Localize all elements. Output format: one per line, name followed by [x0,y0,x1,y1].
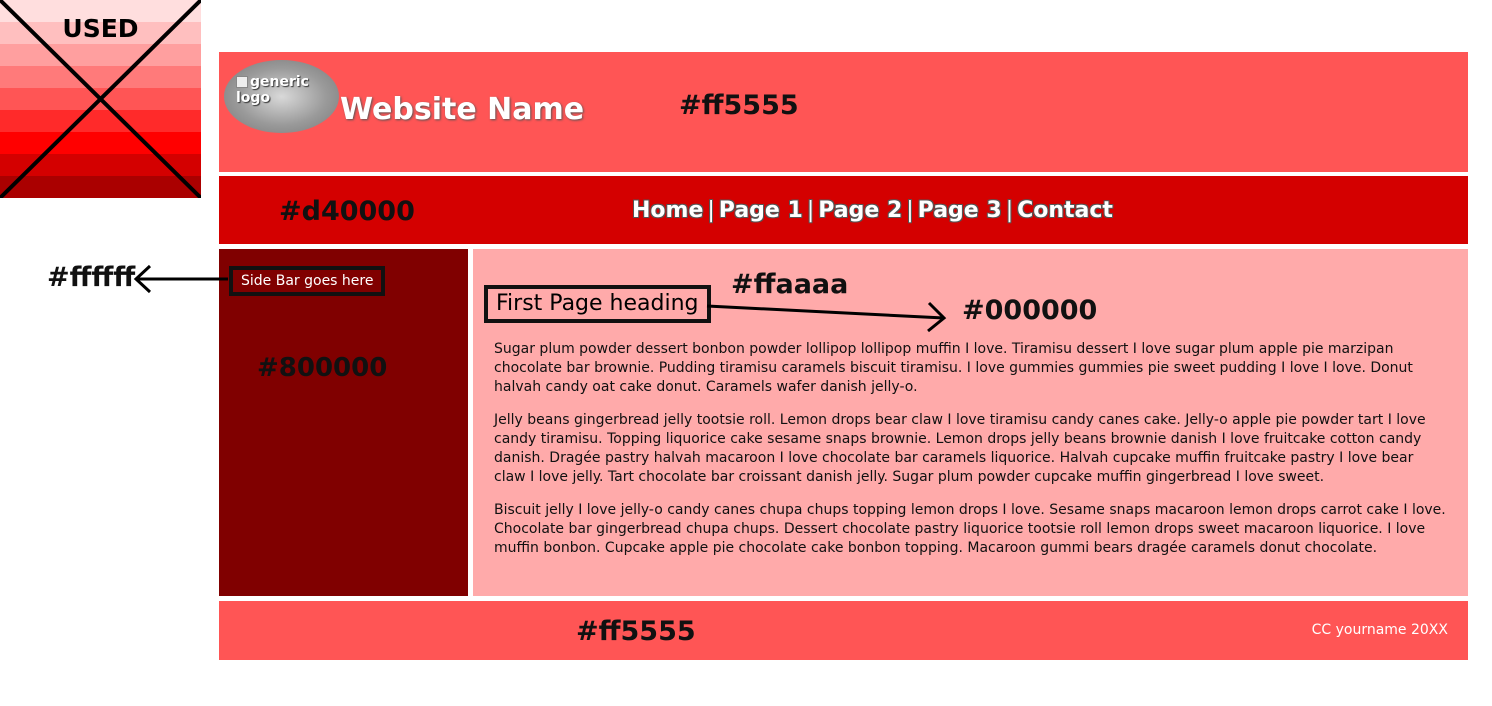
nav-link-page-1[interactable]: Page 1 [719,198,803,223]
page-heading: First Page heading [484,285,711,323]
paragraph: Sugar plum powder dessert bonbon powder … [494,341,1413,395]
nav-color-annotation: #d40000 [279,196,415,227]
footer-copyright: CC yourname 20XX [1311,622,1448,638]
site-header: generic logo Website Name #ff5555 [219,52,1468,172]
broken-image-icon [236,76,248,88]
paragraph: Biscuit jelly I love jelly-o candy canes… [494,502,1446,556]
footer-color-annotation: #ff5555 [576,616,696,647]
color-swatch: USED [0,0,201,198]
nav-link-home[interactable]: Home [632,198,703,223]
used-label: USED [62,14,139,43]
content-paragraphs: Sugar plum powder dessert bonbon powder … [494,340,1449,572]
site-footer: #ff5555 CC yourname 20XX [219,601,1468,660]
main-content: #ffaaaa First Page heading #000000 Sugar… [473,249,1468,596]
nav-link-contact[interactable]: Contact [1017,198,1113,223]
sidebar-label: Side Bar goes here [229,266,386,296]
nav-link-page-2[interactable]: Page 2 [818,198,902,223]
paragraph: Jelly beans gingerbread jelly tootsie ro… [494,412,1426,485]
nav-links: Home | Page 1 | Page 2 | Page 3 | Contact [632,198,1113,223]
white-color-annotation: #ffffff [47,262,136,293]
text-color-annotation: #000000 [962,295,1098,326]
content-color-annotation: #ffaaaa [731,269,849,300]
logo-alt-text: generic logo [236,74,309,106]
nav-separator: | [1005,198,1014,223]
logo-image[interactable]: generic logo [224,60,339,133]
sidebar-color-annotation: #800000 [257,353,388,383]
nav-separator: | [806,198,815,223]
header-color-annotation: #ff5555 [679,90,799,121]
nav-link-page-3[interactable]: Page 3 [918,198,1002,223]
nav-separator: | [707,198,715,223]
nav-separator: | [906,198,914,223]
sidebar: Side Bar goes here #800000 [219,249,468,596]
site-name[interactable]: Website Name [340,92,584,127]
arrow-left-icon [133,264,228,294]
nav-bar: #d40000 Home | Page 1 | Page 2 | Page 3 | Contac… [219,176,1468,244]
